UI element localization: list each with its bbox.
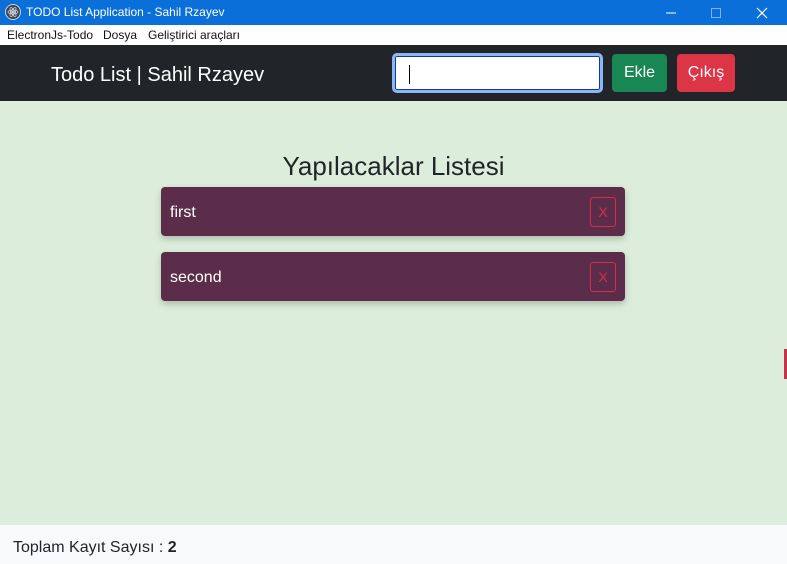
navbar-brand: Todo List | Sahil Rzayev <box>51 64 265 86</box>
todo-item-text: second <box>170 269 222 286</box>
record-count-value: 2 <box>167 539 177 556</box>
window-title: TODO List Application - Sahil Rzayev <box>26 5 225 19</box>
maximize-icon[interactable] <box>693 0 739 25</box>
add-button[interactable]: Ekle <box>612 54 667 92</box>
main-content: Yapılacaklar Listesi first X second X <box>0 101 787 525</box>
record-count-label: Toplam Kayıt Sayısı : <box>13 539 164 556</box>
navbar: Todo List | Sahil Rzayev Ekle Çıkış <box>0 45 787 101</box>
close-icon[interactable] <box>739 0 785 25</box>
todo-item: second X <box>161 252 625 301</box>
menu-item-developer-tools[interactable]: Geliştirici araçları <box>148 28 240 42</box>
window-titlebar: TODO List Application - Sahil Rzayev <box>0 0 787 25</box>
record-count: Toplam Kayıt Sayısı : 2 <box>13 538 177 557</box>
delete-todo-button[interactable]: X <box>590 262 616 292</box>
minimize-icon[interactable] <box>648 0 694 25</box>
page-title: Yapılacaklar Listesi <box>282 151 505 181</box>
menu-item-electronjs-todo[interactable]: ElectronJs-Todo <box>7 28 93 42</box>
menu-item-dosya[interactable]: Dosya <box>103 28 137 42</box>
menu-bar: ElectronJs-Todo Dosya Geliştirici araçla… <box>0 25 787 45</box>
footer: Toplam Kayıt Sayısı : 2 <box>0 525 787 564</box>
delete-todo-button[interactable]: X <box>590 197 616 227</box>
todo-item: first X <box>161 187 625 236</box>
electron-icon <box>5 4 21 20</box>
exit-button[interactable]: Çıkış <box>677 54 735 92</box>
todo-input[interactable] <box>392 53 603 93</box>
todo-item-text: first <box>170 204 196 221</box>
text-caret <box>409 65 410 84</box>
